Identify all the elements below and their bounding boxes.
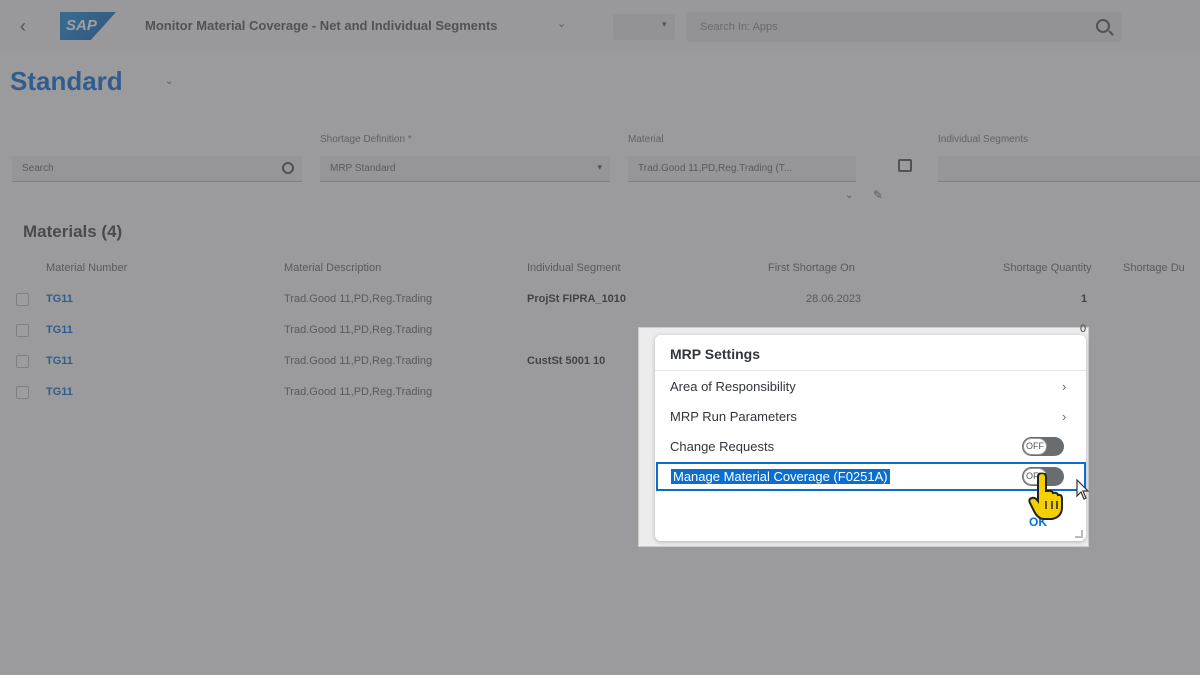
row-checkbox[interactable] xyxy=(16,324,29,337)
logo-text: SAP xyxy=(66,17,97,34)
column-header[interactable]: Material Number xyxy=(46,262,127,274)
row-checkbox[interactable] xyxy=(16,355,29,368)
chevron-down-icon[interactable]: ▾ xyxy=(662,19,667,30)
variant-title[interactable]: Standard xyxy=(10,66,123,97)
table-row[interactable]: TG11 Trad.Good 11,PD,Reg.Trading ProjSt … xyxy=(0,284,1200,315)
area-of-responsibility-item[interactable]: Area of Responsibility xyxy=(670,379,796,394)
manage-material-coverage-label: Manage Material Coverage (F0251A) xyxy=(671,469,890,484)
app-title[interactable]: Monitor Material Coverage - Net and Indi… xyxy=(145,18,498,33)
row-checkbox[interactable] xyxy=(16,386,29,399)
material-multi-input[interactable]: Trad.Good 11,PD,Reg.Trading (T... xyxy=(628,156,856,182)
mrp-settings-dialog: MRP Settings Area of Responsibility › MR… xyxy=(655,335,1086,541)
shell-bar: ‹ SAP Monitor Material Coverage - Net an… xyxy=(0,0,1200,52)
chevron-down-icon[interactable]: ⌄ xyxy=(165,76,173,87)
back-icon[interactable]: ‹ xyxy=(20,16,26,37)
table-title: Materials (4) xyxy=(23,222,123,241)
search-placeholder: Search In: Apps xyxy=(700,21,778,33)
material-description: Trad.Good 11,PD,Reg.Trading xyxy=(284,293,433,305)
column-header[interactable]: Material Description xyxy=(284,262,381,274)
search-icon[interactable] xyxy=(282,162,294,174)
chevron-down-icon: ▾ xyxy=(597,162,602,172)
chevron-right-icon[interactable]: › xyxy=(1062,409,1066,424)
stray-value: 0 xyxy=(1080,323,1087,335)
resize-handle-icon[interactable] xyxy=(1075,530,1083,538)
arrow-cursor-icon xyxy=(1076,479,1090,500)
material-number-link[interactable]: TG11 xyxy=(46,386,73,398)
individual-segments-input[interactable] xyxy=(938,156,1200,182)
global-search-input[interactable]: Search In: Apps xyxy=(686,12,1122,42)
shortage-quantity: 1 xyxy=(1081,293,1088,305)
shortage-definition-value: MRP Standard xyxy=(330,163,396,174)
mrp-run-parameters-item[interactable]: MRP Run Parameters xyxy=(670,409,797,424)
value-help-icon[interactable] xyxy=(898,159,912,172)
change-requests-toggle[interactable]: OFF xyxy=(1022,437,1064,456)
column-header[interactable]: First Shortage On xyxy=(768,262,855,274)
row-checkbox[interactable] xyxy=(16,293,29,306)
material-description: Trad.Good 11,PD,Reg.Trading xyxy=(284,386,433,398)
shortage-definition-select[interactable]: MRP Standard ▾ xyxy=(320,156,610,182)
chevron-right-icon[interactable]: › xyxy=(1062,379,1066,394)
dialog-title: MRP Settings xyxy=(670,346,760,362)
material-number-link[interactable]: TG11 xyxy=(46,324,73,336)
material-number-link[interactable]: TG11 xyxy=(46,293,73,305)
shortage-definition-label: Shortage Definition * xyxy=(320,134,412,145)
material-description: Trad.Good 11,PD,Reg.Trading xyxy=(284,355,433,367)
divider xyxy=(655,370,1086,371)
material-number-link[interactable]: TG11 xyxy=(46,355,73,367)
individual-segment: ProjSt FIPRA_1010 xyxy=(527,293,627,305)
toggle-state: OFF xyxy=(1023,438,1047,455)
filter-search-input[interactable]: Search xyxy=(12,156,302,182)
material-token[interactable]: Trad.Good 11,PD,Reg.Trading (T... xyxy=(638,163,792,174)
material-label: Material xyxy=(628,134,664,145)
search-icon[interactable] xyxy=(1096,19,1110,33)
individual-segments-label: Individual Segments xyxy=(938,134,1029,145)
first-shortage-on: 28.06.2023 xyxy=(806,293,862,305)
column-header[interactable]: Shortage Quantity xyxy=(1003,262,1092,274)
material-description: Trad.Good 11,PD,Reg.Trading xyxy=(284,324,433,336)
column-header[interactable]: Individual Segment xyxy=(527,262,621,274)
individual-segment: CustSt 5001 10 xyxy=(527,355,606,367)
collapse-filter-icon[interactable]: ⌄ xyxy=(845,190,853,201)
pin-icon[interactable]: ✎ xyxy=(873,188,883,202)
column-header[interactable]: Shortage Du xyxy=(1123,262,1185,274)
chevron-down-icon[interactable]: ⌄ xyxy=(557,17,566,30)
change-requests-label: Change Requests xyxy=(670,439,775,454)
search-placeholder: Search xyxy=(22,163,54,174)
hand-cursor-icon xyxy=(1028,473,1063,520)
sap-logo[interactable]: SAP xyxy=(60,12,116,40)
